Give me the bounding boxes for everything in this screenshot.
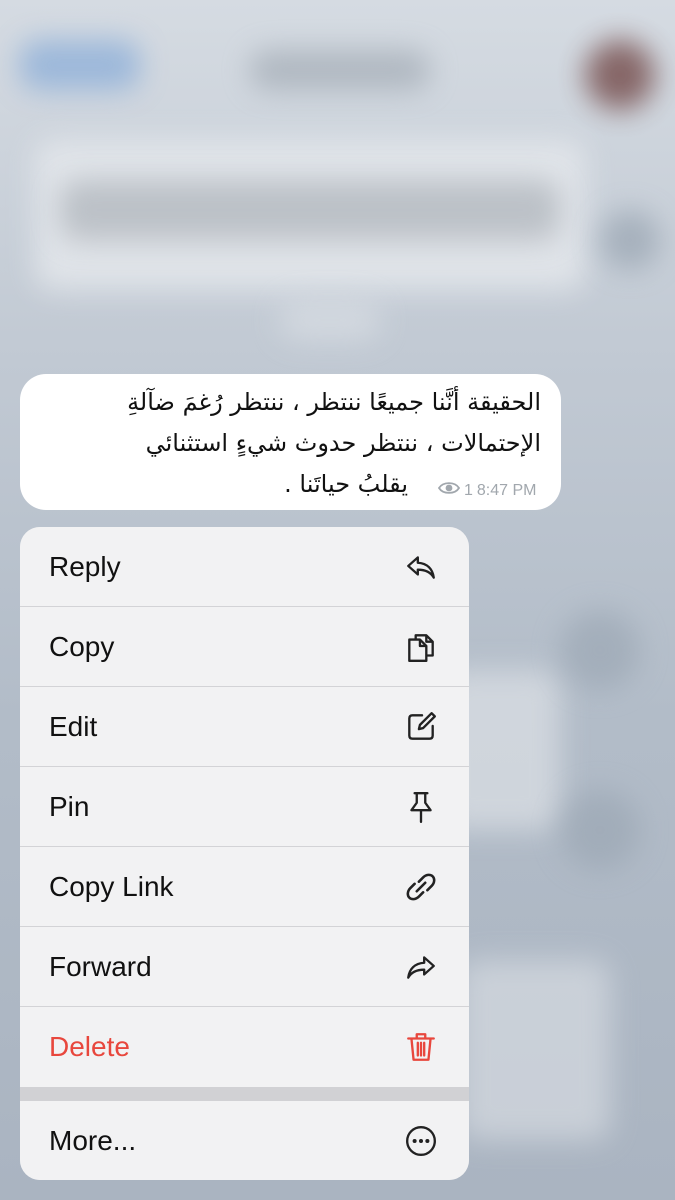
menu-item-label: Copy bbox=[49, 631, 115, 662]
menu-item-pin[interactable]: Pin bbox=[20, 767, 469, 847]
menu-item-label: Reply bbox=[49, 551, 121, 582]
menu-item-reply[interactable]: Reply bbox=[20, 527, 469, 607]
link-icon bbox=[403, 869, 439, 905]
message-time: 8:47 PM bbox=[476, 481, 537, 499]
eye-icon bbox=[437, 480, 461, 501]
message-line: الحقيقة أنَّنا جميعًا ننتظر ، ننتظر رُغم… bbox=[127, 388, 541, 416]
menu-item-delete[interactable]: Delete bbox=[20, 1007, 469, 1087]
menu-item-copy-link[interactable]: Copy Link bbox=[20, 847, 469, 927]
menu-item-forward[interactable]: Forward bbox=[20, 927, 469, 1007]
more-icon bbox=[403, 1123, 439, 1159]
copy-icon bbox=[403, 629, 439, 665]
menu-item-label: Edit bbox=[49, 711, 98, 742]
menu-item-copy[interactable]: Copy bbox=[20, 607, 469, 687]
message-meta: 1 8:47 PM bbox=[437, 480, 537, 501]
menu-item-more[interactable]: More... bbox=[20, 1101, 469, 1180]
menu-item-label: More... bbox=[49, 1124, 137, 1156]
menu-divider bbox=[20, 1087, 469, 1101]
forward-icon bbox=[403, 949, 439, 985]
menu-item-label: Forward bbox=[49, 951, 152, 982]
menu-item-label: Pin bbox=[49, 791, 90, 822]
context-menu: Reply Copy Edit Pin Copy Link Forward De… bbox=[20, 527, 469, 1180]
menu-item-label: Copy Link bbox=[49, 871, 174, 902]
menu-item-label: Delete bbox=[49, 1031, 130, 1062]
trash-icon bbox=[403, 1029, 439, 1065]
pin-icon bbox=[403, 789, 439, 825]
edit-icon bbox=[403, 709, 439, 745]
view-count: 1 bbox=[464, 481, 473, 499]
menu-item-edit[interactable]: Edit bbox=[20, 687, 469, 767]
message-line: الإحتمالات ، ننتظر حدوث شيءٍ استثنائي bbox=[145, 429, 541, 457]
message-bubble: الحقيقة أنَّنا جميعًا ننتظر ، ننتظر رُغم… bbox=[20, 374, 561, 510]
reply-icon bbox=[403, 549, 439, 585]
